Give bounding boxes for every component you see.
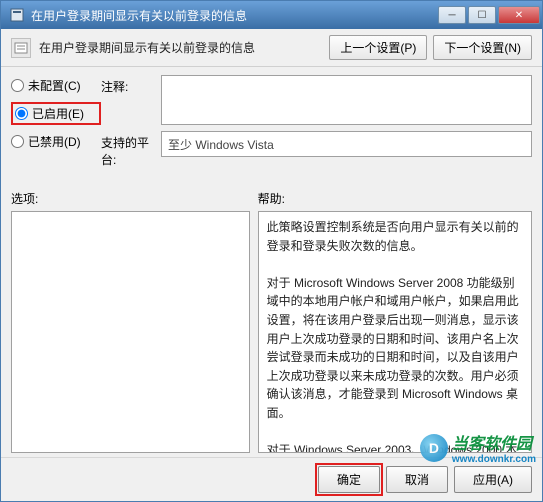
minimize-button[interactable]: ─: [438, 6, 466, 24]
ok-button-highlight: 确定: [318, 466, 380, 493]
platform-row: 支持的平台: 至少 Windows Vista: [101, 131, 532, 168]
policy-icon: [11, 38, 31, 58]
comment-input[interactable]: [161, 75, 532, 125]
config-row: 未配置(C) 已启用(E) 已禁用(D) 注释: 支持的平台:: [11, 75, 532, 174]
maximize-button[interactable]: ☐: [468, 6, 496, 24]
radio-unconfigured[interactable]: 未配置(C): [11, 77, 101, 94]
help-label: 帮助:: [258, 190, 532, 207]
comment-label: 注释:: [101, 75, 161, 125]
help-column: 帮助: 此策略设置控制系统是否向用户显示有关以前的登录和登录失败次数的信息。 对…: [258, 190, 532, 453]
prev-setting-button[interactable]: 上一个设置(P): [329, 35, 427, 60]
dialog-window: 在用户登录期间显示有关以前登录的信息 ─ ☐ ✕ 在用户登录期间显示有关以前登录…: [0, 0, 543, 502]
radio-enabled[interactable]: 已启用(E): [11, 102, 101, 125]
next-setting-button[interactable]: 下一个设置(N): [433, 35, 532, 60]
options-box[interactable]: [11, 211, 250, 453]
close-button[interactable]: ✕: [498, 6, 540, 24]
titlebar[interactable]: 在用户登录期间显示有关以前登录的信息 ─ ☐ ✕: [1, 1, 542, 29]
lower-panes: 选项: 帮助: 此策略设置控制系统是否向用户显示有关以前的登录和登录失败次数的信…: [11, 190, 532, 453]
radio-unconfigured-input[interactable]: [11, 79, 24, 92]
header-row: 在用户登录期间显示有关以前登录的信息 上一个设置(P) 下一个设置(N): [1, 29, 542, 67]
radio-disabled-input[interactable]: [11, 135, 24, 148]
app-icon: [9, 7, 25, 23]
comment-row: 注释:: [101, 75, 532, 125]
radio-disabled[interactable]: 已禁用(D): [11, 133, 101, 150]
header-text: 在用户登录期间显示有关以前登录的信息: [39, 39, 323, 56]
radio-enabled-input[interactable]: [15, 107, 28, 120]
cancel-button[interactable]: 取消: [386, 466, 448, 493]
ok-button[interactable]: 确定: [318, 466, 380, 493]
platform-label: 支持的平台:: [101, 131, 161, 168]
radio-enabled-label: 已启用(E): [32, 105, 84, 122]
window-title: 在用户登录期间显示有关以前登录的信息: [31, 7, 436, 24]
right-column: 注释: 支持的平台: 至少 Windows Vista: [101, 75, 532, 174]
radio-disabled-label: 已禁用(D): [28, 133, 81, 150]
help-box[interactable]: 此策略设置控制系统是否向用户显示有关以前的登录和登录失败次数的信息。 对于 Mi…: [258, 211, 532, 453]
body-area: 未配置(C) 已启用(E) 已禁用(D) 注释: 支持的平台:: [1, 67, 542, 457]
radio-group: 未配置(C) 已启用(E) 已禁用(D): [11, 75, 101, 158]
footer: 确定 取消 应用(A): [1, 457, 542, 501]
options-label: 选项:: [11, 190, 250, 207]
apply-button[interactable]: 应用(A): [454, 466, 532, 493]
platform-value: 至少 Windows Vista: [161, 131, 532, 157]
radio-unconfigured-label: 未配置(C): [28, 77, 81, 94]
options-column: 选项:: [11, 190, 250, 453]
window-controls: ─ ☐ ✕: [436, 6, 540, 24]
